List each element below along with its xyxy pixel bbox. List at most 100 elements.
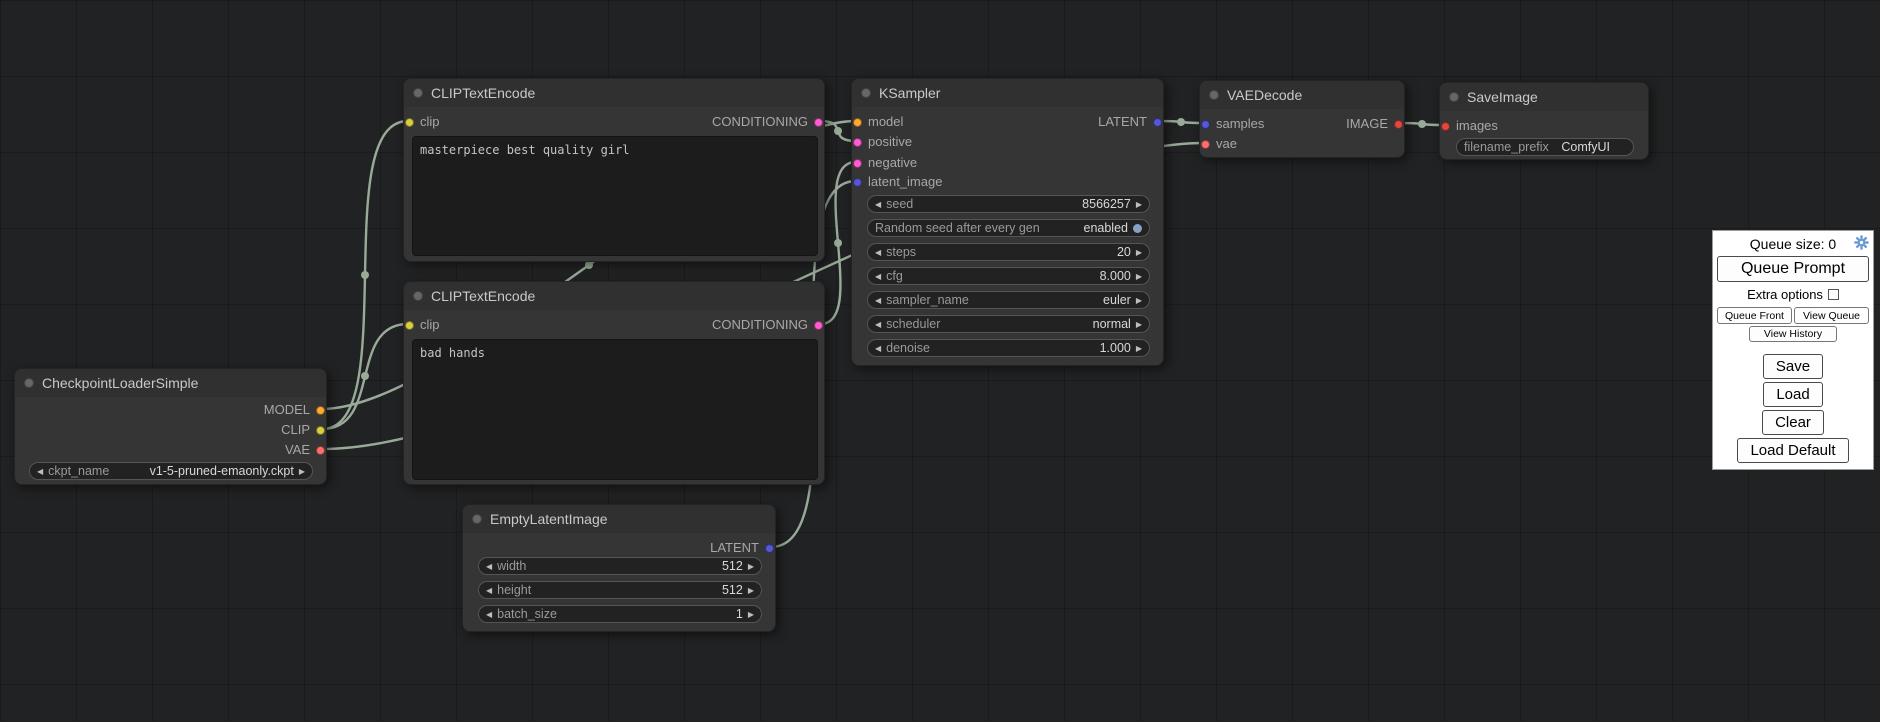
decrement-arrow-icon[interactable]: ◀ bbox=[875, 296, 881, 305]
input-slot-latent-image[interactable]: latent_image bbox=[852, 171, 942, 193]
node-checkpoint-loader-simple[interactable]: CheckpointLoaderSimple MODEL CLIP VAE ◀ … bbox=[14, 368, 327, 485]
increment-arrow-icon[interactable]: ▶ bbox=[748, 610, 754, 619]
output-slot-conditioning[interactable]: CONDITIONING bbox=[712, 111, 824, 133]
increment-arrow-icon[interactable]: ▶ bbox=[1136, 200, 1142, 209]
increment-arrow-icon[interactable]: ▶ bbox=[1136, 248, 1142, 257]
increment-arrow-icon[interactable]: ▶ bbox=[299, 467, 305, 476]
input-slot-samples[interactable]: samples bbox=[1200, 113, 1264, 135]
input-slot-model[interactable]: model bbox=[852, 111, 903, 133]
toggle-on-dot-icon[interactable] bbox=[1133, 224, 1142, 233]
node-collapse-dot-icon[interactable] bbox=[413, 291, 423, 301]
increment-arrow-icon[interactable]: ▶ bbox=[748, 586, 754, 595]
port-dot-image[interactable] bbox=[1394, 120, 1403, 129]
increment-arrow-icon[interactable]: ▶ bbox=[1136, 296, 1142, 305]
widget-height[interactable]: ◀ height 512 ▶ bbox=[478, 581, 762, 599]
extra-options-checkbox[interactable] bbox=[1828, 289, 1839, 300]
node-save-image[interactable]: SaveImage images filename_prefix ComfyUI bbox=[1439, 82, 1649, 160]
graph-canvas[interactable]: CheckpointLoaderSimple MODEL CLIP VAE ◀ … bbox=[0, 0, 1880, 722]
port-dot-latent[interactable] bbox=[853, 178, 862, 187]
node-title-bar[interactable]: EmptyLatentImage bbox=[463, 505, 775, 533]
node-title-bar[interactable]: CLIPTextEncode bbox=[404, 282, 824, 310]
node-empty-latent-image[interactable]: EmptyLatentImage LATENT ◀ width 512 ▶ ◀ … bbox=[462, 504, 776, 632]
port-dot-latent[interactable] bbox=[1201, 120, 1210, 129]
input-slot-clip[interactable]: clip bbox=[404, 111, 440, 133]
settings-gear-icon[interactable] bbox=[1854, 235, 1869, 250]
port-dot-vae[interactable] bbox=[1201, 140, 1210, 149]
node-title-bar[interactable]: KSampler bbox=[852, 79, 1163, 107]
decrement-arrow-icon[interactable]: ◀ bbox=[875, 272, 881, 281]
decrement-arrow-icon[interactable]: ◀ bbox=[875, 248, 881, 257]
input-slot-clip[interactable]: clip bbox=[404, 314, 440, 336]
decrement-arrow-icon[interactable]: ◀ bbox=[37, 467, 43, 476]
node-vae-decode[interactable]: VAEDecode samples vae IMAGE bbox=[1199, 80, 1405, 158]
view-history-button[interactable]: View History bbox=[1749, 326, 1837, 342]
port-dot-model[interactable] bbox=[316, 406, 325, 415]
port-dot-vae[interactable] bbox=[316, 446, 325, 455]
node-clip-text-encode-negative[interactable]: CLIPTextEncode clip CONDITIONING bad han… bbox=[403, 281, 825, 485]
decrement-arrow-icon[interactable]: ◀ bbox=[486, 562, 492, 571]
widget-ckpt-name[interactable]: ◀ ckpt_name v1-5-pruned-emaonly.ckpt ▶ bbox=[29, 462, 313, 480]
port-dot-model[interactable] bbox=[853, 118, 862, 127]
port-dot-conditioning[interactable] bbox=[814, 321, 823, 330]
clear-button[interactable]: Clear bbox=[1762, 410, 1824, 435]
port-dot-clip[interactable] bbox=[405, 118, 414, 127]
load-default-button[interactable]: Load Default bbox=[1737, 438, 1848, 463]
node-title-bar[interactable]: CheckpointLoaderSimple bbox=[15, 369, 326, 397]
node-collapse-dot-icon[interactable] bbox=[861, 88, 871, 98]
queue-prompt-button[interactable]: Queue Prompt bbox=[1717, 256, 1869, 282]
increment-arrow-icon[interactable]: ▶ bbox=[1136, 272, 1142, 281]
port-dot-clip[interactable] bbox=[316, 426, 325, 435]
node-collapse-dot-icon[interactable] bbox=[413, 88, 423, 98]
node-collapse-dot-icon[interactable] bbox=[472, 514, 482, 524]
load-button[interactable]: Load bbox=[1763, 382, 1822, 407]
node-collapse-dot-icon[interactable] bbox=[1209, 90, 1219, 100]
decrement-arrow-icon[interactable]: ◀ bbox=[875, 320, 881, 329]
output-slot-latent[interactable]: LATENT bbox=[710, 537, 775, 559]
increment-arrow-icon[interactable]: ▶ bbox=[1136, 344, 1142, 353]
node-title-bar[interactable]: SaveImage bbox=[1440, 83, 1648, 111]
widget-filename-prefix[interactable]: filename_prefix ComfyUI bbox=[1456, 138, 1634, 156]
node-title-bar[interactable]: VAEDecode bbox=[1200, 81, 1404, 109]
output-slot-image[interactable]: IMAGE bbox=[1346, 113, 1404, 135]
port-dot-conditioning[interactable] bbox=[853, 138, 862, 147]
input-slot-images[interactable]: images bbox=[1440, 115, 1498, 137]
widget-width[interactable]: ◀ width 512 ▶ bbox=[478, 557, 762, 575]
increment-arrow-icon[interactable]: ▶ bbox=[1136, 320, 1142, 329]
save-button[interactable]: Save bbox=[1763, 354, 1823, 379]
output-slot-model[interactable]: MODEL bbox=[264, 399, 326, 421]
decrement-arrow-icon[interactable]: ◀ bbox=[486, 586, 492, 595]
widget-denoise[interactable]: ◀ denoise 1.000 ▶ bbox=[867, 339, 1150, 357]
input-slot-positive[interactable]: positive bbox=[852, 131, 912, 153]
output-slot-vae[interactable]: VAE bbox=[285, 439, 326, 461]
output-slot-conditioning[interactable]: CONDITIONING bbox=[712, 314, 824, 336]
widget-cfg[interactable]: ◀ cfg 8.000 ▶ bbox=[867, 267, 1150, 285]
view-queue-button[interactable]: View Queue bbox=[1794, 307, 1869, 324]
node-title-bar[interactable]: CLIPTextEncode bbox=[404, 79, 824, 107]
port-dot-latent[interactable] bbox=[765, 544, 774, 553]
node-collapse-dot-icon[interactable] bbox=[1449, 92, 1459, 102]
output-slot-latent[interactable]: LATENT bbox=[1098, 111, 1163, 133]
port-dot-conditioning[interactable] bbox=[853, 159, 862, 168]
queue-front-button[interactable]: Queue Front bbox=[1717, 307, 1792, 324]
prompt-text-input[interactable]: masterpiece best quality girl bbox=[412, 136, 818, 256]
input-slot-vae[interactable]: vae bbox=[1200, 133, 1237, 155]
decrement-arrow-icon[interactable]: ◀ bbox=[875, 344, 881, 353]
node-collapse-dot-icon[interactable] bbox=[24, 378, 34, 388]
widget-seed[interactable]: ◀ seed 8566257 ▶ bbox=[867, 195, 1150, 213]
port-dot-clip[interactable] bbox=[405, 321, 414, 330]
node-clip-text-encode-positive[interactable]: CLIPTextEncode clip CONDITIONING masterp… bbox=[403, 78, 825, 262]
widget-batch-size[interactable]: ◀ batch_size 1 ▶ bbox=[478, 605, 762, 623]
widget-steps[interactable]: ◀ steps 20 ▶ bbox=[867, 243, 1150, 261]
widget-scheduler[interactable]: ◀ scheduler normal ▶ bbox=[867, 315, 1150, 333]
node-ksampler[interactable]: KSampler model positive negative latent_… bbox=[851, 78, 1164, 366]
output-slot-clip[interactable]: CLIP bbox=[281, 419, 326, 441]
prompt-text-input[interactable]: bad hands bbox=[412, 339, 818, 480]
port-dot-image[interactable] bbox=[1441, 122, 1450, 131]
decrement-arrow-icon[interactable]: ◀ bbox=[486, 610, 492, 619]
decrement-arrow-icon[interactable]: ◀ bbox=[875, 200, 881, 209]
widget-random-seed-toggle[interactable]: Random seed after every gen enabled bbox=[867, 219, 1150, 237]
port-dot-conditioning[interactable] bbox=[814, 118, 823, 127]
port-dot-latent[interactable] bbox=[1153, 118, 1162, 127]
increment-arrow-icon[interactable]: ▶ bbox=[748, 562, 754, 571]
widget-sampler-name[interactable]: ◀ sampler_name euler ▶ bbox=[867, 291, 1150, 309]
